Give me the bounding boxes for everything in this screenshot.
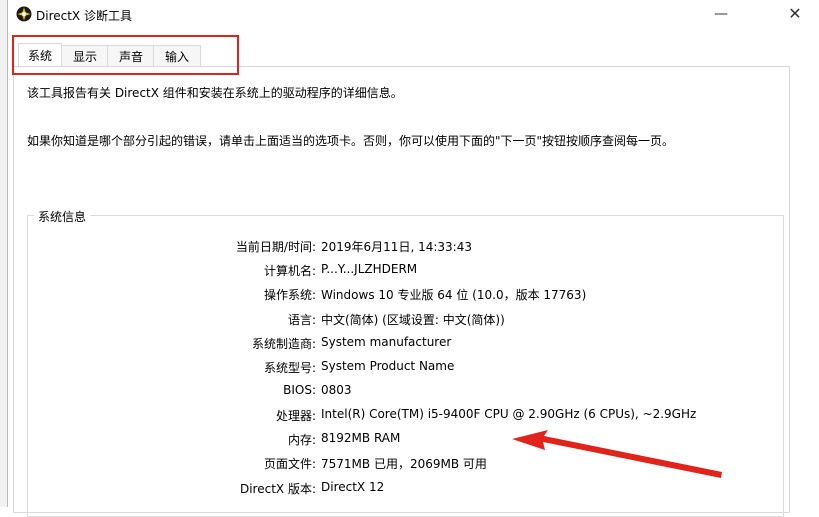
info-label: 语言: [287,313,316,327]
system-info-title: 系统信息 [34,208,91,225]
info-row-processor: 处理器: Intel(R) Core(TM) i5-9400F CPU @ 2.… [0,407,819,427]
info-label: 系统型号: [263,361,316,375]
directx-icon [16,6,32,22]
info-value: 2019年6月11日, 14:33:43 [321,240,472,254]
info-label: 系统制造商: [251,337,316,351]
info-row-bios: BIOS: 0803 [0,383,819,403]
info-value: System manufacturer [321,335,452,349]
info-row-datetime: 当前日期/时间: 2019年6月11日, 14:33:43 [0,238,819,258]
info-value: 7571MB 已用，2069MB 可用 [321,457,487,471]
info-value: System Product Name [321,359,455,373]
info-label: 处理器: [275,409,316,423]
info-value: DirectX 12 [321,480,385,494]
info-value: Intel(R) Core(TM) i5-9400F CPU @ 2.90GHz… [321,407,697,421]
info-row-model: 系统型号: System Product Name [0,359,819,379]
info-row-os: 操作系统: Windows 10 专业版 64 位 (10.0，版本 17763… [0,286,819,306]
info-value: 中文(简体) (区域设置: 中文(简体)) [321,313,505,327]
info-row-memory: 内存: 8192MB RAM [0,431,819,451]
info-row-directx: DirectX 版本: DirectX 12 [0,480,819,500]
info-label: 当前日期/时间: [235,240,316,254]
tabs-highlight-box [12,35,239,75]
info-value: P...Y...JLZHDERM [321,262,418,276]
window-title: DirectX 诊断工具 [36,9,132,23]
info-value: 0803 [321,383,352,397]
close-button[interactable]: ✕ [782,3,808,27]
title-bar: DirectX 诊断工具 — ✕ [8,0,819,30]
info-label: DirectX 版本: [239,482,316,496]
info-row-computer-name: 计算机名: P...Y...JLZHDERM [0,262,819,282]
info-label: 内存: [287,433,316,447]
info-label: BIOS: [283,383,316,397]
info-value: Windows 10 专业版 64 位 (10.0，版本 17763) [321,288,587,302]
info-value: 8192MB RAM [321,431,401,445]
info-label: 页面文件: [263,457,316,471]
info-label: 操作系统: [263,288,316,302]
info-row-manufacturer: 系统制造商: System manufacturer [0,335,819,355]
info-label: 计算机名: [263,264,316,278]
info-row-language: 语言: 中文(简体) (区域设置: 中文(简体)) [0,311,819,331]
intro-text-1: 该工具报告有关 DirectX 组件和安装在系统上的驱动程序的详细信息。 [27,86,403,100]
info-row-pagefile: 页面文件: 7571MB 已用，2069MB 可用 [0,455,819,475]
minimize-button[interactable]: — [708,3,734,27]
intro-text-2: 如果你知道是哪个部分引起的错误，请单击上面适当的选项卡。否则，你可以使用下面的"… [27,134,675,148]
